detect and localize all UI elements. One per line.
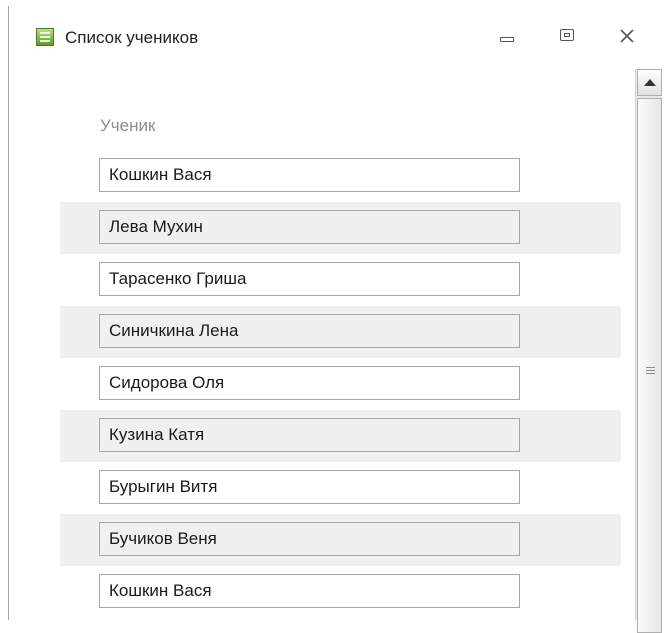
student-name-field[interactable]: Бурыгин Витя (99, 470, 520, 504)
student-name-field[interactable]: Кошкин Вася (99, 158, 520, 192)
scroll-up-arrow-icon[interactable] (637, 69, 662, 96)
student-row: Бучиков Веня (60, 514, 621, 566)
student-name-field[interactable]: Тарасенко Гриша (99, 262, 520, 296)
title-bar: Список учеников (9, 6, 667, 56)
form-icon (36, 28, 54, 46)
minimize-button[interactable] (493, 24, 521, 48)
close-icon (620, 29, 634, 43)
student-name-field[interactable]: Кузина Катя (99, 418, 520, 452)
student-row: Кошкин Вася (60, 566, 621, 618)
student-name-field[interactable]: Сидорова Оля (99, 366, 520, 400)
student-name-field[interactable]: Бучиков Веня (99, 522, 520, 556)
student-row: Кузина Катя (60, 410, 621, 462)
window-title: Список учеников (65, 28, 199, 47)
student-row: Тарасенко Гриша (60, 254, 621, 306)
restore-button[interactable] (553, 24, 581, 48)
close-button[interactable] (613, 24, 641, 48)
student-name-field[interactable]: Кошкин Вася (99, 574, 520, 608)
student-row: Бурыгин Витя (60, 462, 621, 514)
column-header-student: Ученик (100, 116, 156, 135)
student-row: Сидорова Оля (60, 358, 621, 410)
scroll-grip-icon (646, 367, 655, 374)
student-row: Кошкин Вася (60, 150, 621, 202)
student-name-field[interactable]: Синичкина Лена (99, 314, 520, 348)
student-name-field[interactable]: Лева Мухин (99, 210, 520, 244)
scroll-thumb[interactable] (637, 98, 662, 633)
vertical-scrollbar[interactable] (635, 69, 662, 633)
student-row: Синичкина Лена (60, 306, 621, 358)
student-row: Лева Мухин (60, 202, 621, 254)
